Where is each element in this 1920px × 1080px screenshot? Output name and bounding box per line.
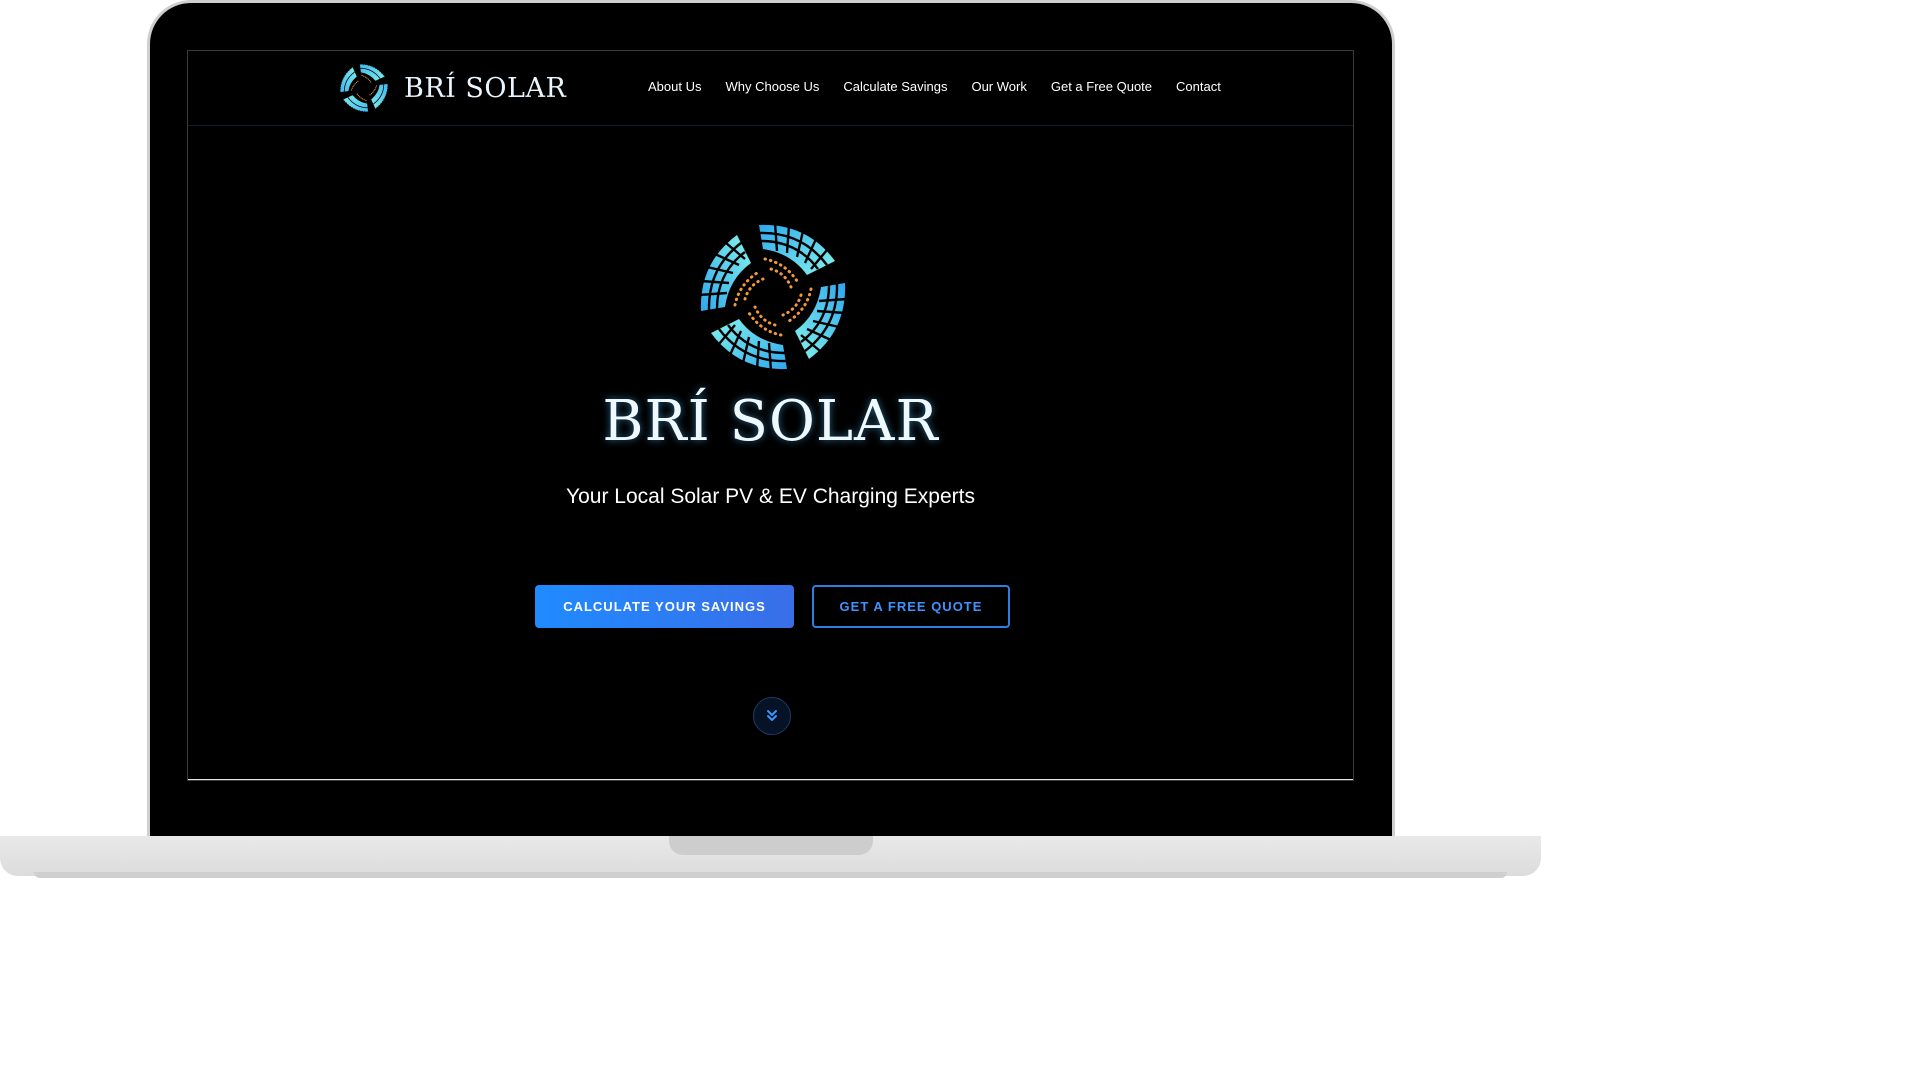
brand-name: BRÍ SOLAR (404, 72, 567, 104)
brand-logo[interactable]: BRÍ SOLAR (338, 62, 566, 114)
solar-logo-icon (339, 63, 389, 113)
site-header: BRÍ SOLAR About Us Why Choose Us Calcula… (188, 51, 1353, 126)
laptop-foot (34, 872, 1507, 878)
main-nav: About Us Why Choose Us Calculate Savings… (648, 79, 1221, 94)
nav-link-about[interactable]: About Us (648, 79, 701, 94)
hero-subtitle: Your Local Solar PV & EV Charging Expert… (566, 485, 975, 508)
chevrons-down-icon (767, 710, 777, 721)
nav-link-calculate-savings[interactable]: Calculate Savings (843, 79, 947, 94)
device-mockup: BRÍ SOLAR About Us Why Choose Us Calcula… (0, 0, 1541, 884)
free-quote-button[interactable]: GET A FREE QUOTE (812, 585, 1010, 628)
website-screen: BRÍ SOLAR About Us Why Choose Us Calcula… (187, 50, 1354, 781)
laptop-notch (669, 836, 873, 855)
nav-link-why-choose-us[interactable]: Why Choose Us (725, 79, 819, 94)
calculate-savings-button[interactable]: CALCULATE YOUR SAVINGS (535, 585, 794, 628)
solar-pinwheel-logo-icon (697, 221, 849, 373)
nav-link-free-quote[interactable]: Get a Free Quote (1051, 79, 1152, 94)
nav-link-our-work[interactable]: Our Work (971, 79, 1026, 94)
hero-title: BRÍ SOLAR (602, 389, 939, 454)
nav-link-contact[interactable]: Contact (1176, 79, 1221, 94)
scroll-down-button[interactable] (753, 697, 791, 735)
